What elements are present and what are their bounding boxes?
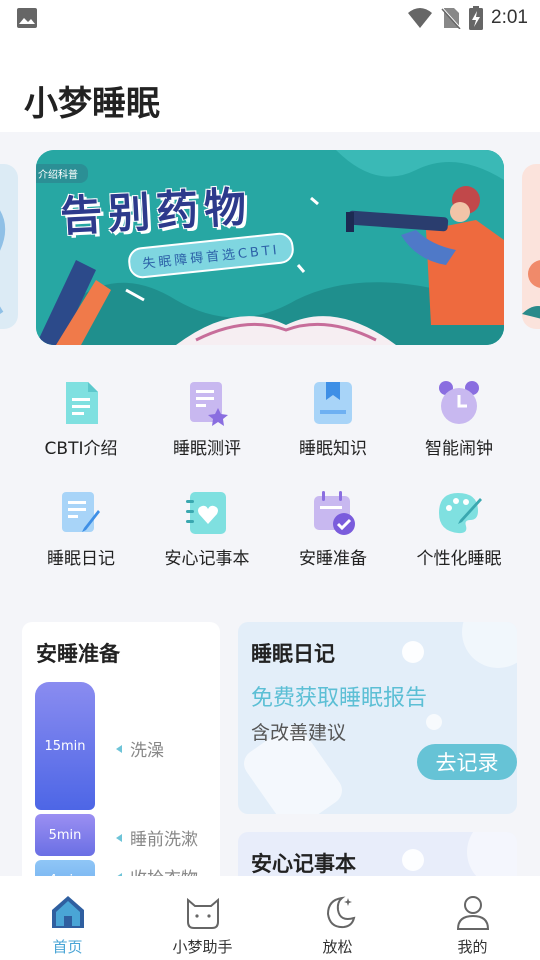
bottom-tab-bar: 首页 小梦助手 放松 我的: [0, 876, 540, 960]
battery-charging-icon: [469, 6, 484, 30]
tab-assistant[interactable]: 小梦助手: [135, 876, 270, 960]
banner-next-peek[interactable]: [522, 164, 540, 329]
app-header: 小梦睡眠: [0, 36, 540, 132]
grid-label: 睡眠知识: [299, 439, 367, 459]
sleep-diary-card[interactable]: 睡眠日记 免费获取睡眠报告 含改善建议 去记录: [238, 622, 517, 814]
calendar-check-icon: [314, 491, 355, 535]
step-label: 收拾衣物: [130, 864, 198, 876]
grid-item-knowledge[interactable]: 睡眠知识: [268, 362, 398, 462]
grid-label: 安心记事本: [164, 549, 250, 569]
home-icon: [51, 896, 84, 928]
profile-icon: [456, 896, 489, 930]
duration-bar: 15min: [35, 682, 95, 810]
page-title: 小梦睡眠: [24, 84, 160, 124]
tab-profile[interactable]: 我的: [405, 876, 540, 960]
duration-bar: 5min: [35, 814, 95, 856]
gallery-icon: [17, 8, 37, 28]
grid-item-alarm[interactable]: 智能闹钟: [394, 362, 524, 462]
diary-desc: 含改善建议: [251, 722, 347, 744]
tab-label: 我的: [457, 938, 488, 956]
notebook-card[interactable]: 安心记事本: [238, 832, 517, 876]
diary-promo: 免费获取睡眠报告: [251, 686, 428, 711]
pointer-icon: [116, 833, 122, 842]
grid-label: 睡眠日记: [47, 549, 115, 569]
grid-item-personalized[interactable]: 个性化睡眠: [394, 472, 524, 572]
moon-icon: [326, 896, 355, 929]
grid-label: 睡眠测评: [173, 439, 241, 459]
heart-notebook-icon: [186, 492, 226, 534]
banner-tag: 介绍科普: [36, 164, 88, 183]
tab-label: 放松: [322, 938, 353, 956]
card-title: 睡眠日记: [251, 642, 335, 666]
diary-pen-icon: [62, 492, 100, 532]
status-bar: 2:01: [0, 0, 540, 36]
sleep-prep-card[interactable]: 安睡准备 15min 5min 4min 洗澡 睡前洗漱 收拾衣物: [22, 622, 220, 876]
prep-step: 收拾衣物: [116, 864, 198, 876]
cat-face-icon: [186, 897, 219, 929]
home-content[interactable]: 介绍科普 告别药物 失眠障碍首选CBTI CBTI介绍 睡眠测评 睡眠知识 智能…: [0, 132, 540, 876]
card-title: 安心记事本: [251, 852, 356, 876]
grid-label: 安睡准备: [299, 549, 367, 569]
grid-item-notebook[interactable]: 安心记事本: [142, 472, 272, 572]
tab-label: 小梦助手: [172, 938, 233, 956]
duration-bar: 4min: [35, 860, 95, 876]
banner-prev-peek[interactable]: [0, 164, 18, 329]
palette-icon: [439, 493, 482, 534]
grid-label: CBTI介绍: [44, 439, 118, 459]
grid-label: 智能闹钟: [425, 439, 493, 459]
banner-title: 告别药物: [59, 182, 254, 241]
no-sim-icon: [441, 7, 461, 29]
tab-label: 首页: [52, 938, 83, 956]
tab-relax[interactable]: 放松: [270, 876, 405, 960]
grid-label: 个性化睡眠: [416, 549, 502, 569]
banner-carousel[interactable]: 介绍科普 告别药物 失眠障碍首选CBTI: [36, 150, 504, 345]
prep-step: 洗澡: [116, 736, 164, 761]
card-title: 安睡准备: [36, 642, 120, 666]
grid-item-cbti[interactable]: CBTI介绍: [16, 362, 146, 462]
assessment-icon: [190, 382, 228, 426]
wifi-icon: [408, 8, 433, 28]
record-button[interactable]: 去记录: [417, 744, 517, 780]
document-icon: [66, 382, 98, 424]
grid-item-assessment[interactable]: 睡眠测评: [142, 362, 272, 462]
step-label: 睡前洗漱: [130, 830, 198, 850]
bookmark-icon: [314, 382, 352, 424]
grid-item-prep[interactable]: 安睡准备: [268, 472, 398, 572]
prep-step: 睡前洗漱: [116, 825, 198, 850]
pointer-icon: [116, 744, 122, 753]
grid-item-diary[interactable]: 睡眠日记: [16, 472, 146, 572]
tab-home[interactable]: 首页: [0, 876, 135, 960]
alarm-clock-icon: [439, 381, 479, 424]
step-label: 洗澡: [130, 741, 164, 761]
status-time: 2:01: [491, 7, 528, 28]
